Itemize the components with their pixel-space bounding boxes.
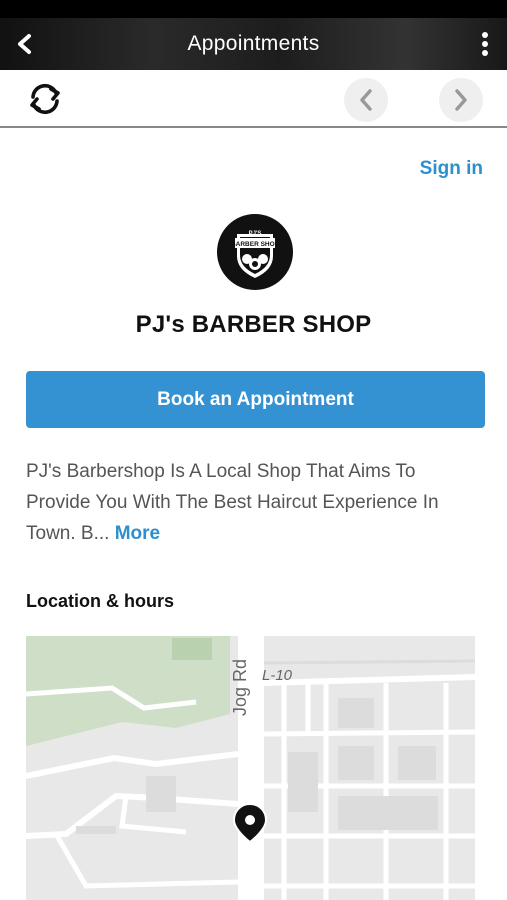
chevron-right-icon xyxy=(455,89,467,111)
location-map[interactable]: Jog Rd L-10 xyxy=(26,636,475,900)
business-logo xyxy=(217,214,293,290)
business-description: PJ's Barbershop Is A Local Shop That Aim… xyxy=(26,456,466,549)
description-text: PJ's Barbershop Is A Local Shop That Aim… xyxy=(26,461,439,544)
location-hours-heading: Location & hours xyxy=(26,591,174,611)
app-bar: Appointments xyxy=(0,18,507,70)
road-label-l10: L-10 xyxy=(262,667,293,684)
road-label-jog-rd: Jog Rd xyxy=(230,659,250,716)
park-area xyxy=(172,638,212,660)
refresh-icon[interactable] xyxy=(24,80,66,118)
business-name: PJ's BARBER SHOP xyxy=(135,311,372,338)
book-appointment-button[interactable]: Book an Appointment xyxy=(26,371,485,428)
more-link[interactable]: More xyxy=(115,523,160,544)
navigation-toolbar xyxy=(0,70,507,128)
page-title: Appointments xyxy=(187,32,320,55)
next-button[interactable] xyxy=(439,78,483,122)
status-bar xyxy=(0,0,507,18)
sign-in-link[interactable]: Sign in xyxy=(420,158,483,180)
chevron-left-icon xyxy=(360,89,372,111)
more-vertical-icon[interactable] xyxy=(475,30,495,58)
previous-button[interactable] xyxy=(344,78,388,122)
